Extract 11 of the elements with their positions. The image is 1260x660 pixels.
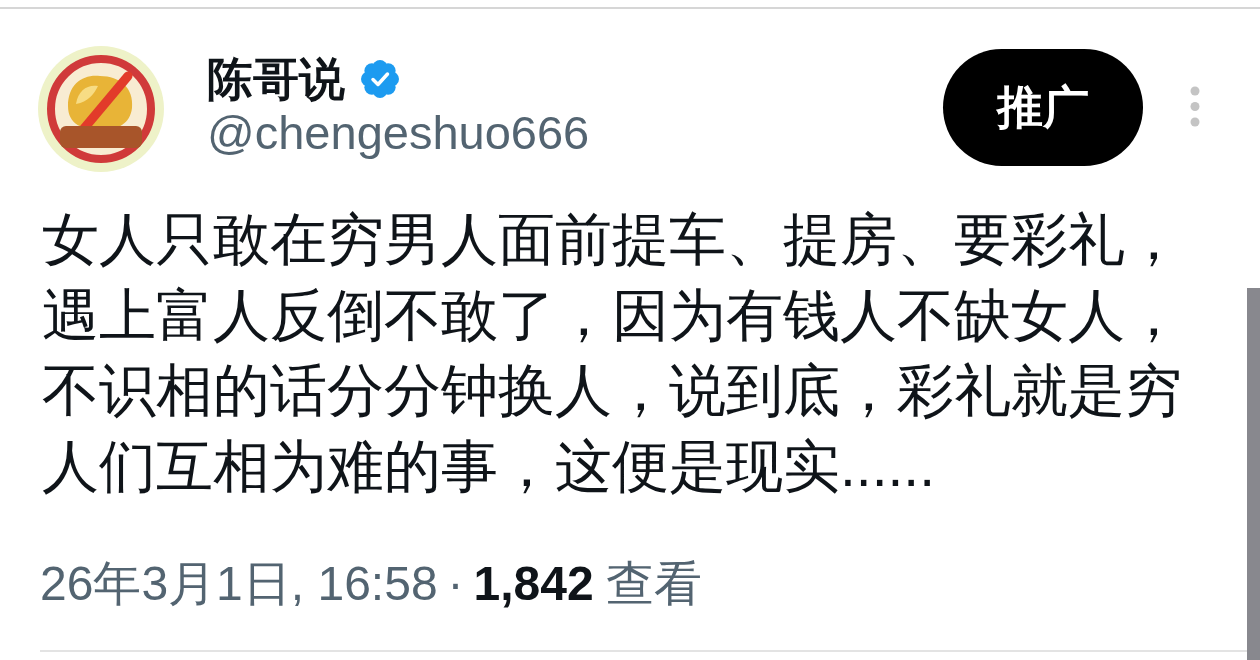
avatar[interactable] [38, 46, 164, 172]
separator-dot: · [447, 556, 464, 612]
views-label: 查看 [605, 556, 702, 612]
scrollbar-thumb[interactable] [1247, 288, 1260, 660]
post-timestamp[interactable]: 26年3月1日, 16:58 [40, 554, 438, 614]
promote-button[interactable]: 推广 [943, 49, 1143, 166]
more-options-icon[interactable] [1190, 86, 1200, 127]
user-handle[interactable]: @chengeshuo666 [207, 105, 590, 161]
display-name[interactable]: 陈哥说 [207, 51, 345, 107]
post-text: 女人只敢在穷男人面前提车、提房、要彩礼，遇上富人反倒不敢了，因为有钱人不缺女人，不识相的话分分钟换人，说到底，彩礼就是穷人们互相为难的事，这便是现实...... [42, 206, 1183, 500]
view-count: 1,842 [473, 556, 594, 612]
